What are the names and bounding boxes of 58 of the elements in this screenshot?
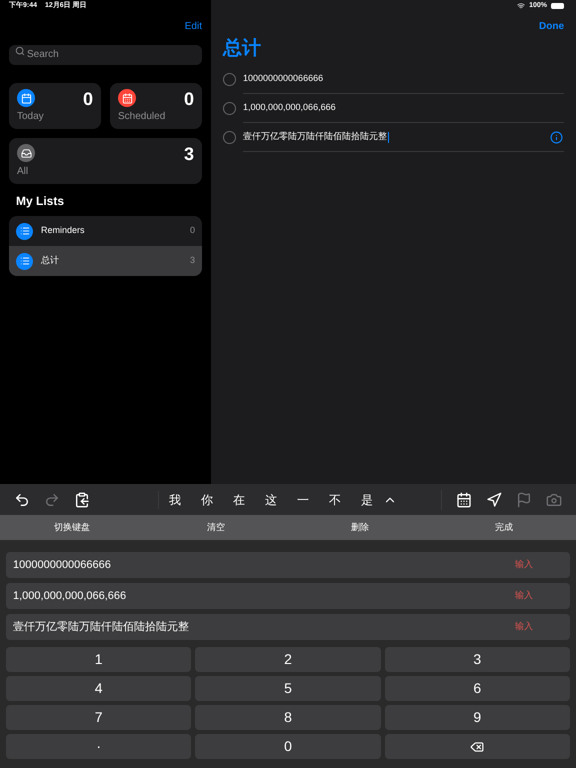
smart-list-label: Scheduled — [118, 111, 166, 123]
keypad-key[interactable]: 0 — [195, 734, 381, 759]
list-item[interactable]: Reminders 0 — [9, 216, 202, 246]
keypad-key[interactable]: 1 — [6, 647, 192, 672]
candidate-word[interactable]: 这 — [265, 490, 277, 508]
count: 0 — [184, 89, 194, 109]
calendar-icon — [118, 89, 136, 107]
list-count: 0 — [190, 224, 195, 238]
candidate-word[interactable]: 一 — [297, 490, 309, 508]
candidate-word[interactable]: 你 — [201, 490, 213, 508]
smart-list-label: All — [17, 166, 30, 178]
function-key[interactable]: 删除 — [288, 515, 432, 540]
backspace-icon — [470, 740, 484, 754]
list-icon — [16, 222, 33, 240]
count: 3 — [184, 144, 194, 164]
result-value: 1000000000066666 — [13, 558, 112, 573]
function-key[interactable]: 完成 — [432, 515, 576, 540]
keypad-key[interactable]: 3 — [384, 647, 570, 672]
candidate-word[interactable]: 在 — [233, 490, 245, 508]
section-title: My Lists — [15, 193, 66, 210]
keypad-key[interactable]: 2 — [195, 647, 381, 672]
list-icon — [16, 252, 33, 270]
smart-list-card[interactable]: 3 All — [9, 138, 202, 184]
search-field[interactable]: Search — [9, 44, 202, 64]
candidate-word[interactable]: 不 — [329, 490, 341, 508]
result-value: 1,000,000,000,066,666 — [13, 588, 128, 604]
keypad-key[interactable]: 4 — [6, 676, 192, 701]
count: 0 — [82, 89, 93, 109]
reminder-text[interactable]: 壹仟万亿零陆万陆仟陆佰陆拾陆元整 — [243, 130, 387, 144]
keypad-key[interactable]: · — [6, 734, 192, 759]
keypad-key[interactable]: 6 — [384, 676, 570, 701]
reminder-text[interactable]: 1000000000066666 — [243, 72, 324, 86]
battery-icon — [551, 3, 564, 9]
function-key[interactable]: 切换键盘 — [0, 515, 144, 540]
list-name: 总计 — [41, 254, 60, 268]
keypad-key[interactable]: 8 — [195, 705, 381, 730]
list-item[interactable]: 总计 3 — [9, 246, 202, 276]
calendar-icon — [17, 89, 35, 107]
smart-list-card[interactable]: 0 Scheduled — [110, 83, 202, 129]
list-count: 3 — [190, 254, 195, 268]
keypad-key[interactable]: 7 — [6, 705, 192, 730]
search-icon — [15, 46, 25, 56]
smart-list-card[interactable]: 0 Today — [9, 83, 101, 129]
keypad-key[interactable]: 9 — [384, 705, 570, 730]
keypad-key[interactable]: 5 — [195, 676, 381, 701]
smart-list-label: Today — [17, 111, 45, 123]
info-icon[interactable] — [550, 130, 563, 144]
list-title: 总计 — [223, 37, 262, 61]
done-button[interactable]: Done — [539, 19, 564, 34]
wifi-icon — [517, 2, 526, 10]
tray-icon — [17, 144, 35, 162]
edit-button[interactable]: Edit — [184, 19, 202, 34]
candidate-word[interactable]: 是 — [361, 490, 373, 508]
reminder-text[interactable]: 1,000,000,000,066,666 — [243, 101, 336, 115]
list-name: Reminders — [41, 224, 86, 238]
result-value: 壹仟万亿零陆万陆仟陆佰陆拾陆元整 — [13, 620, 190, 635]
function-key[interactable]: 清空 — [144, 515, 288, 540]
candidate-word[interactable]: 我 — [169, 490, 181, 508]
